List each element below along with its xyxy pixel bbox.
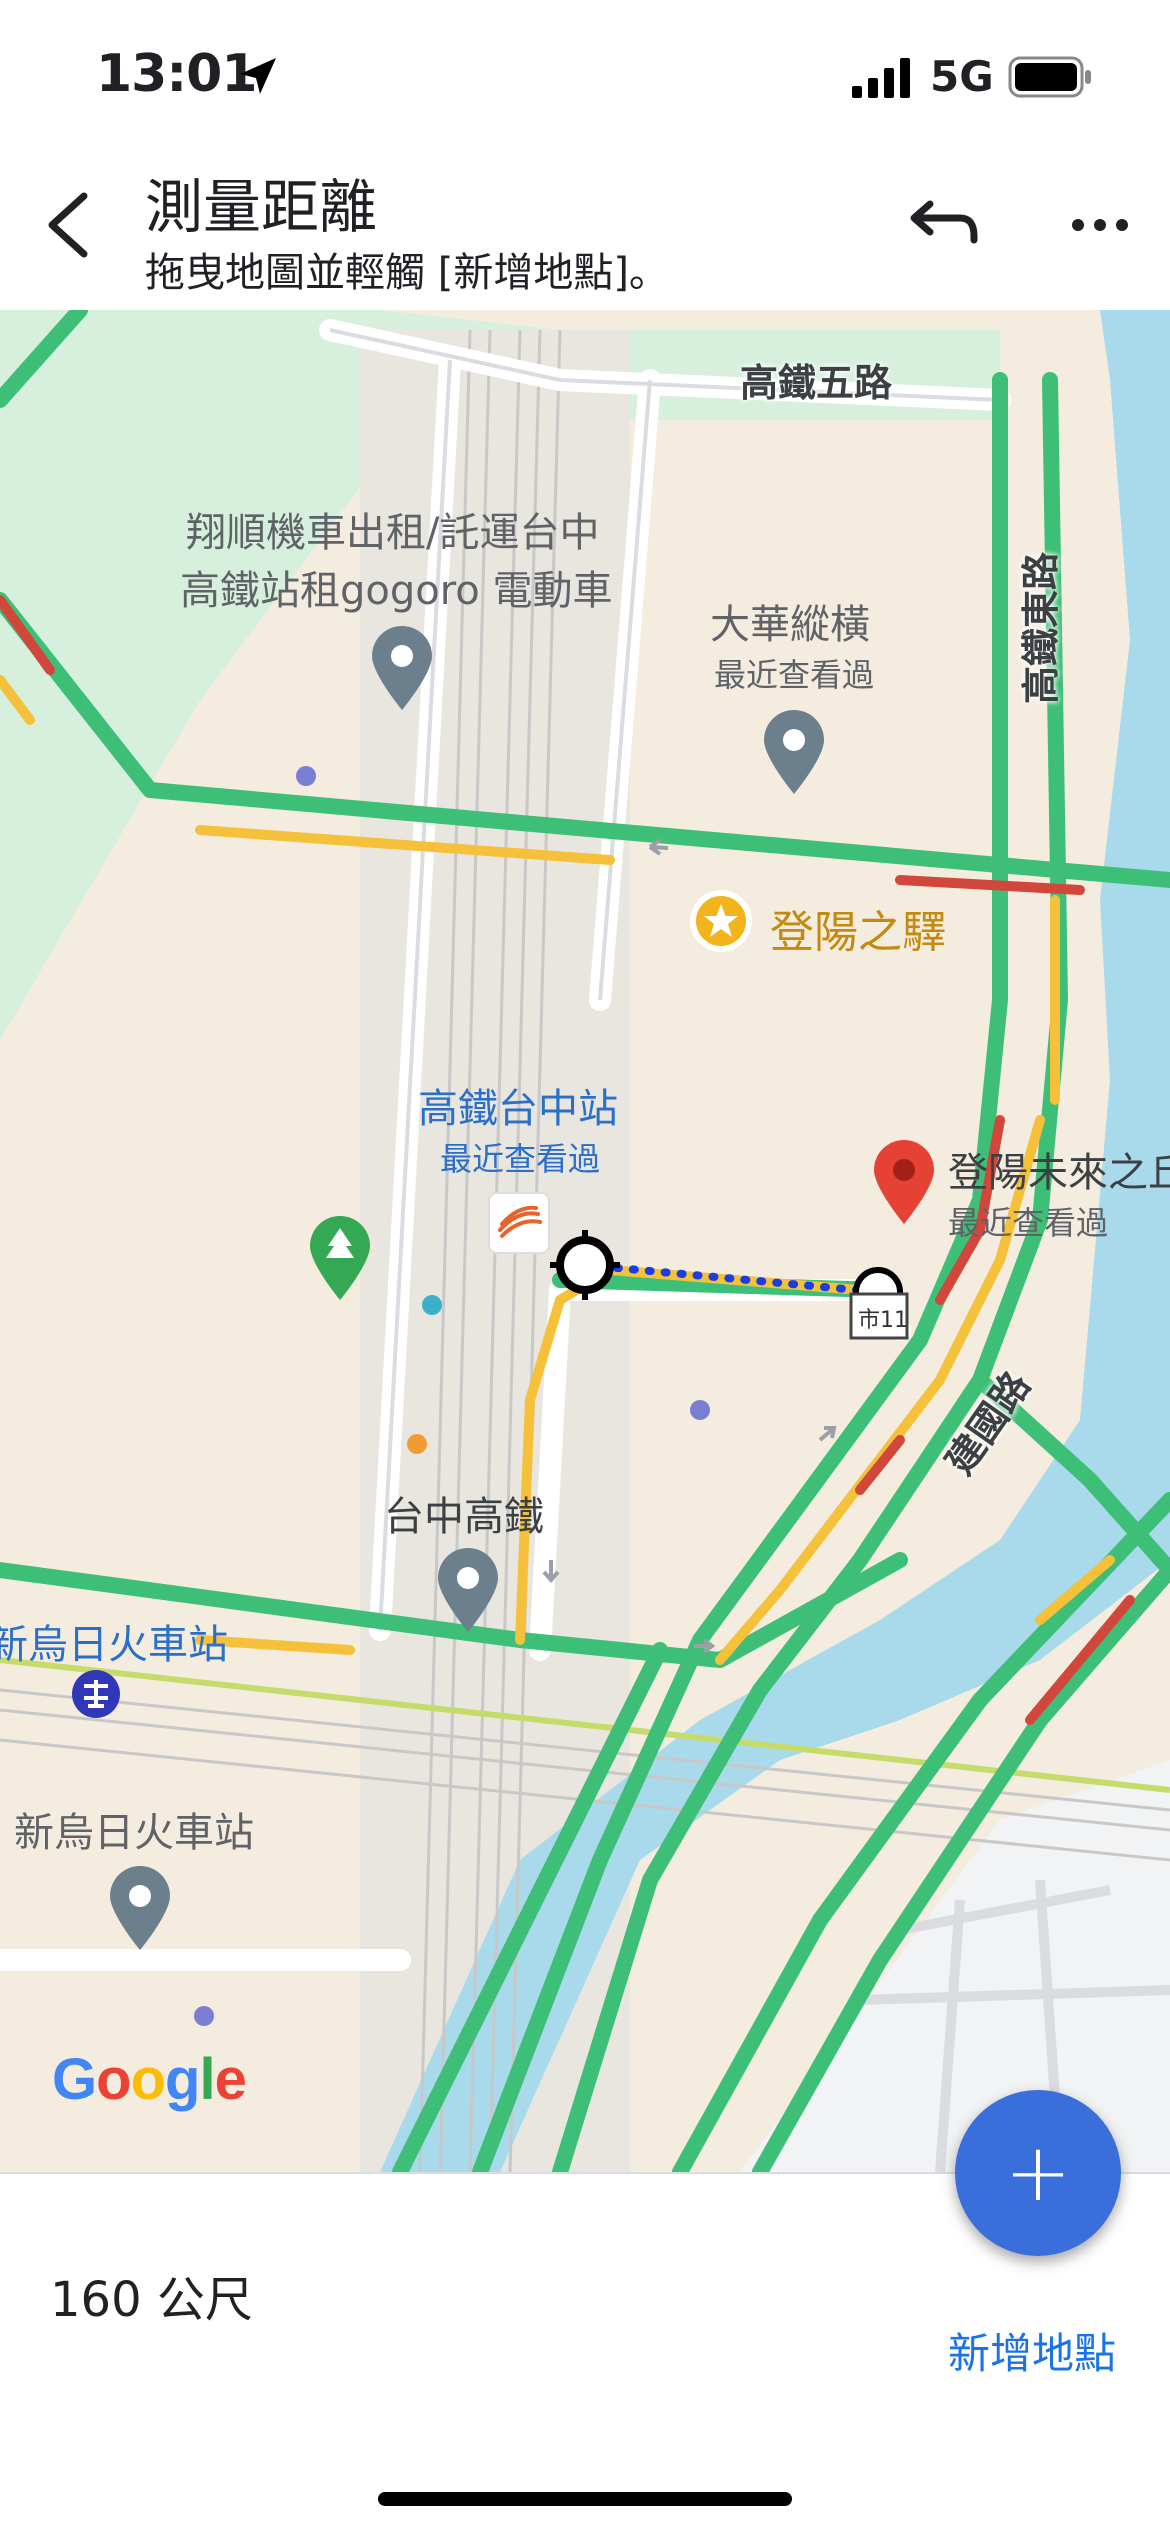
place-sublabel: 最近查看過 bbox=[440, 1140, 601, 1178]
place-label: 大華縱橫 bbox=[710, 602, 870, 648]
page-title: 測量距離 bbox=[145, 173, 378, 241]
road-label: 高鐵五路 bbox=[740, 361, 893, 405]
hsr-logo-icon bbox=[488, 1192, 550, 1254]
park-marker-icon[interactable] bbox=[308, 1216, 372, 1302]
place-label: 登陽未來之丘 bbox=[948, 1150, 1170, 1196]
place-label: 新烏日火車站 bbox=[14, 1810, 254, 1856]
place-sublabel: 最近查看過 bbox=[714, 656, 875, 694]
place-label: 翔順機車出租/託運台中 bbox=[186, 510, 600, 556]
gray-place-marker-icon[interactable] bbox=[370, 626, 434, 712]
place-label: 新烏日火車站 bbox=[0, 1622, 228, 1668]
page-subtitle: 拖曳地圖並輕觸 [新增地點]。 bbox=[145, 250, 669, 296]
back-arrow-icon[interactable] bbox=[38, 190, 98, 260]
gray-place-marker-icon[interactable] bbox=[436, 1548, 500, 1634]
road-label: 高鐵東路 bbox=[1019, 551, 1063, 704]
map-view[interactable]: 高鐵五路 高鐵東路 建國路 翔順機車出租/託運台中 高鐵站租gogoro 電動車… bbox=[0, 310, 1170, 2172]
battery-icon bbox=[1008, 56, 1091, 98]
railway-icon bbox=[72, 1670, 120, 1718]
home-indicator[interactable] bbox=[378, 2492, 792, 2506]
red-place-marker-icon[interactable] bbox=[872, 1140, 936, 1226]
google-logo: Google bbox=[52, 2047, 247, 2112]
location-arrow-icon bbox=[240, 58, 276, 94]
plus-icon: + bbox=[1004, 2126, 1072, 2219]
distance-readout: 160 公尺 bbox=[50, 2272, 253, 2328]
star-place-icon[interactable] bbox=[688, 888, 754, 954]
road-shield-label: 市11 bbox=[858, 1308, 908, 1333]
signal-bars-icon bbox=[852, 58, 910, 98]
place-label: 登陽之驛 bbox=[770, 907, 946, 958]
place-label: 高鐵站租gogoro 電動車 bbox=[180, 568, 613, 614]
gray-place-marker-icon[interactable] bbox=[762, 710, 826, 796]
more-icon[interactable] bbox=[1070, 210, 1130, 240]
undo-icon[interactable] bbox=[904, 196, 978, 256]
gray-place-marker-icon[interactable] bbox=[108, 1866, 172, 1952]
place-sublabel: 最近查看過 bbox=[948, 1204, 1109, 1242]
network-type: 5G bbox=[930, 52, 994, 101]
place-label: 高鐵台中站 bbox=[418, 1086, 618, 1132]
add-place-label[interactable]: 新增地點 bbox=[948, 2320, 1116, 2381]
status-time: 13:01 bbox=[96, 44, 258, 104]
add-place-button[interactable]: + bbox=[955, 2090, 1121, 2256]
place-label: 台中高鐵 bbox=[384, 1494, 544, 1540]
